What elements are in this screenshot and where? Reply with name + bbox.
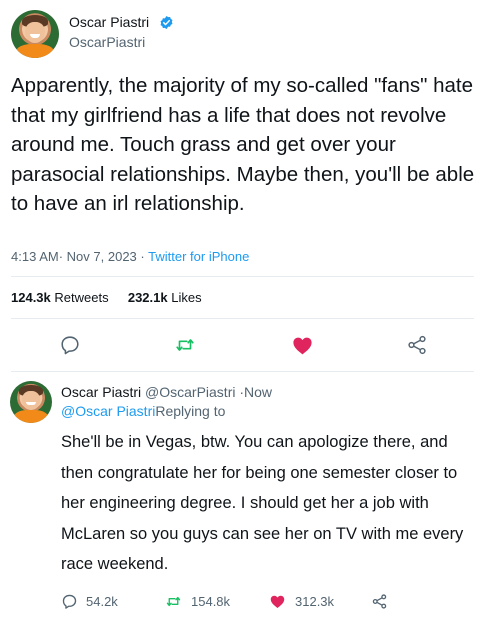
heart-icon xyxy=(292,337,312,354)
meta-separator: · xyxy=(58,249,64,264)
reply-text: She'll be in Vegas, btw. You can apologi… xyxy=(61,433,464,573)
likes-label: Likes xyxy=(171,290,202,305)
reply-icon xyxy=(62,594,77,609)
share-icon xyxy=(408,335,426,355)
retweets-label: Retweets xyxy=(54,290,109,305)
reply-like-button[interactable]: 312.3k xyxy=(268,593,334,610)
replying-to-line: @Oscar PiastriReplying to xyxy=(61,403,225,419)
divider xyxy=(11,276,474,277)
share-icon xyxy=(372,594,387,609)
retweet-icon xyxy=(176,339,194,351)
reply-icon xyxy=(61,336,79,355)
share-button[interactable] xyxy=(405,333,429,357)
reply-time[interactable]: Now xyxy=(244,384,272,400)
author-name[interactable]: Oscar Piastri xyxy=(69,14,149,30)
tweet-text: Apparently, the majority of my so-called… xyxy=(11,74,475,215)
reply-button[interactable] xyxy=(58,333,82,357)
retweet-icon xyxy=(166,596,181,607)
likes-count: 232.1k xyxy=(127,290,168,305)
verified-badge-icon xyxy=(160,15,173,30)
reply-reply-button[interactable]: 54.2k xyxy=(61,593,118,610)
like-count: 312.3k xyxy=(295,594,335,609)
tweet-source-link[interactable]: Twitter for iPhone xyxy=(148,249,249,264)
tweet-stats: 124.3k Retweets 232.1k Likes xyxy=(11,290,202,305)
retweets-count: 124.3k xyxy=(11,290,51,305)
retweet-button[interactable] xyxy=(172,333,198,357)
like-button[interactable] xyxy=(289,333,315,357)
divider xyxy=(11,318,474,319)
retweets-stat[interactable]: 124.3k Retweets xyxy=(11,290,109,305)
replying-to-handle[interactable]: @Oscar Piastri xyxy=(61,403,155,419)
reply-author-handle[interactable]: @OscarPiastri xyxy=(145,384,235,400)
reply-author-avatar[interactable] xyxy=(10,381,52,423)
heart-icon xyxy=(270,595,285,609)
meta-separator: · xyxy=(140,249,145,264)
author-avatar[interactable] xyxy=(11,10,59,58)
retweet-count: 154.8k xyxy=(191,594,231,609)
tweet-date[interactable]: Nov 7, 2023 xyxy=(67,249,137,264)
tweet-meta: 4:13 AM· Nov 7, 2023 · Twitter for iPhon… xyxy=(11,249,249,264)
divider xyxy=(11,371,474,372)
reply-header: Oscar Piastri @OscarPiastri ·Now xyxy=(61,384,272,400)
reply-author-name[interactable]: Oscar Piastri xyxy=(61,384,141,400)
reply-share-button[interactable] xyxy=(371,593,388,610)
replying-to-label: Replying to xyxy=(155,403,226,419)
reply-retweet-button[interactable]: 154.8k xyxy=(164,593,230,610)
tweet-time[interactable]: 4:13 AM xyxy=(11,249,59,264)
likes-stat[interactable]: 232.1k Likes xyxy=(128,290,202,305)
author-handle[interactable]: OscarPiastri xyxy=(69,34,145,50)
reply-count: 54.2k xyxy=(86,594,118,609)
